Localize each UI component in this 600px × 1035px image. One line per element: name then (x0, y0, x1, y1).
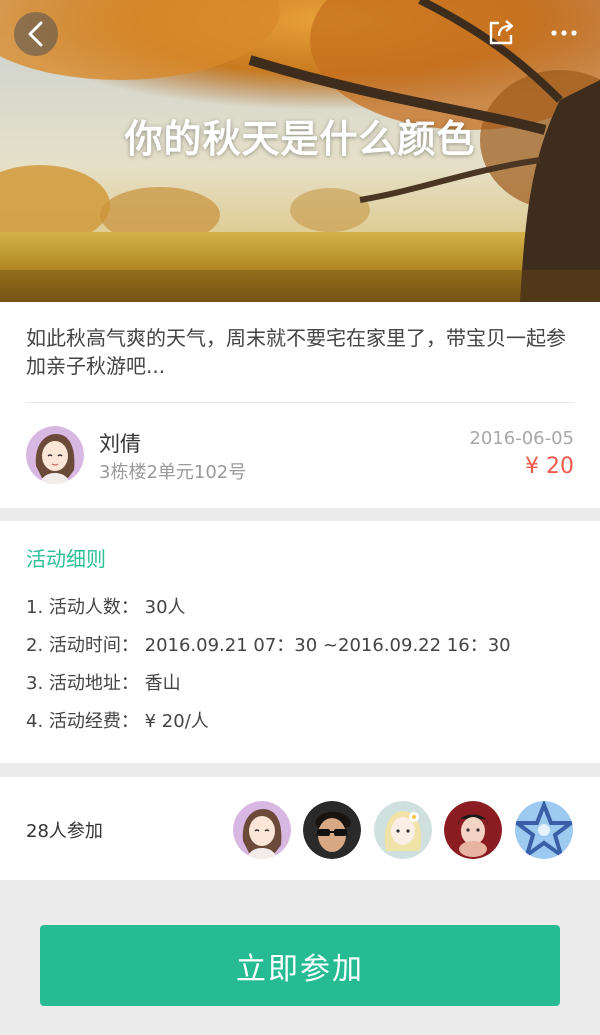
participant-avatar[interactable] (444, 801, 502, 859)
chevron-left-icon (28, 21, 43, 47)
activity-title: 你的秋天是什么颜色 (124, 117, 476, 161)
back-button[interactable] (14, 12, 58, 56)
share-button[interactable] (484, 16, 518, 50)
activity-description: 如此秋高气爽的天气，周末就不要宅在家里了，带宝贝一起参加亲子秋游吧... (26, 326, 566, 378)
participants-count: 28人参加 (26, 821, 103, 842)
participant-avatar[interactable] (233, 801, 291, 859)
post-date: 2016-06-05 (469, 428, 574, 449)
participant-avatar[interactable] (515, 801, 573, 859)
more-button[interactable] (544, 16, 584, 50)
participant-avatar[interactable] (374, 801, 432, 859)
intro-card: 如此秋高气爽的天气，周末就不要宅在家里了，带宝贝一起参加亲子秋游吧... 刘倩 … (0, 302, 600, 508)
rules-card: 活动细则 1. 活动人数： 30人 2. 活动时间： 2016.09.21 07… (0, 521, 600, 763)
more-dots-icon (551, 30, 577, 36)
host-name: 刘倩 (99, 432, 141, 456)
rule-item-participants: 1. 活动人数： 30人 (26, 597, 186, 618)
divider (26, 402, 574, 403)
host-address: 3栋楼2单元102号 (99, 462, 247, 483)
rule-item-location: 3. 活动地址： 香山 (26, 673, 181, 694)
rule-item-fee: 4. 活动经费： ¥ 20/人 (26, 711, 209, 732)
participants-card[interactable]: 28人参加 (0, 777, 600, 880)
join-now-button[interactable]: 立即参加 (40, 925, 560, 1006)
hero-banner: 你的秋天是什么颜色 (0, 0, 600, 302)
host-avatar[interactable] (26, 426, 84, 484)
participant-avatar[interactable] (303, 801, 361, 859)
rule-item-time: 2. 活动时间： 2016.09.21 07：30 ~2016.09.22 16… (26, 635, 511, 656)
activity-price: ¥ 20 (525, 454, 574, 479)
share-icon (489, 20, 514, 45)
rules-title: 活动细则 (26, 547, 106, 571)
